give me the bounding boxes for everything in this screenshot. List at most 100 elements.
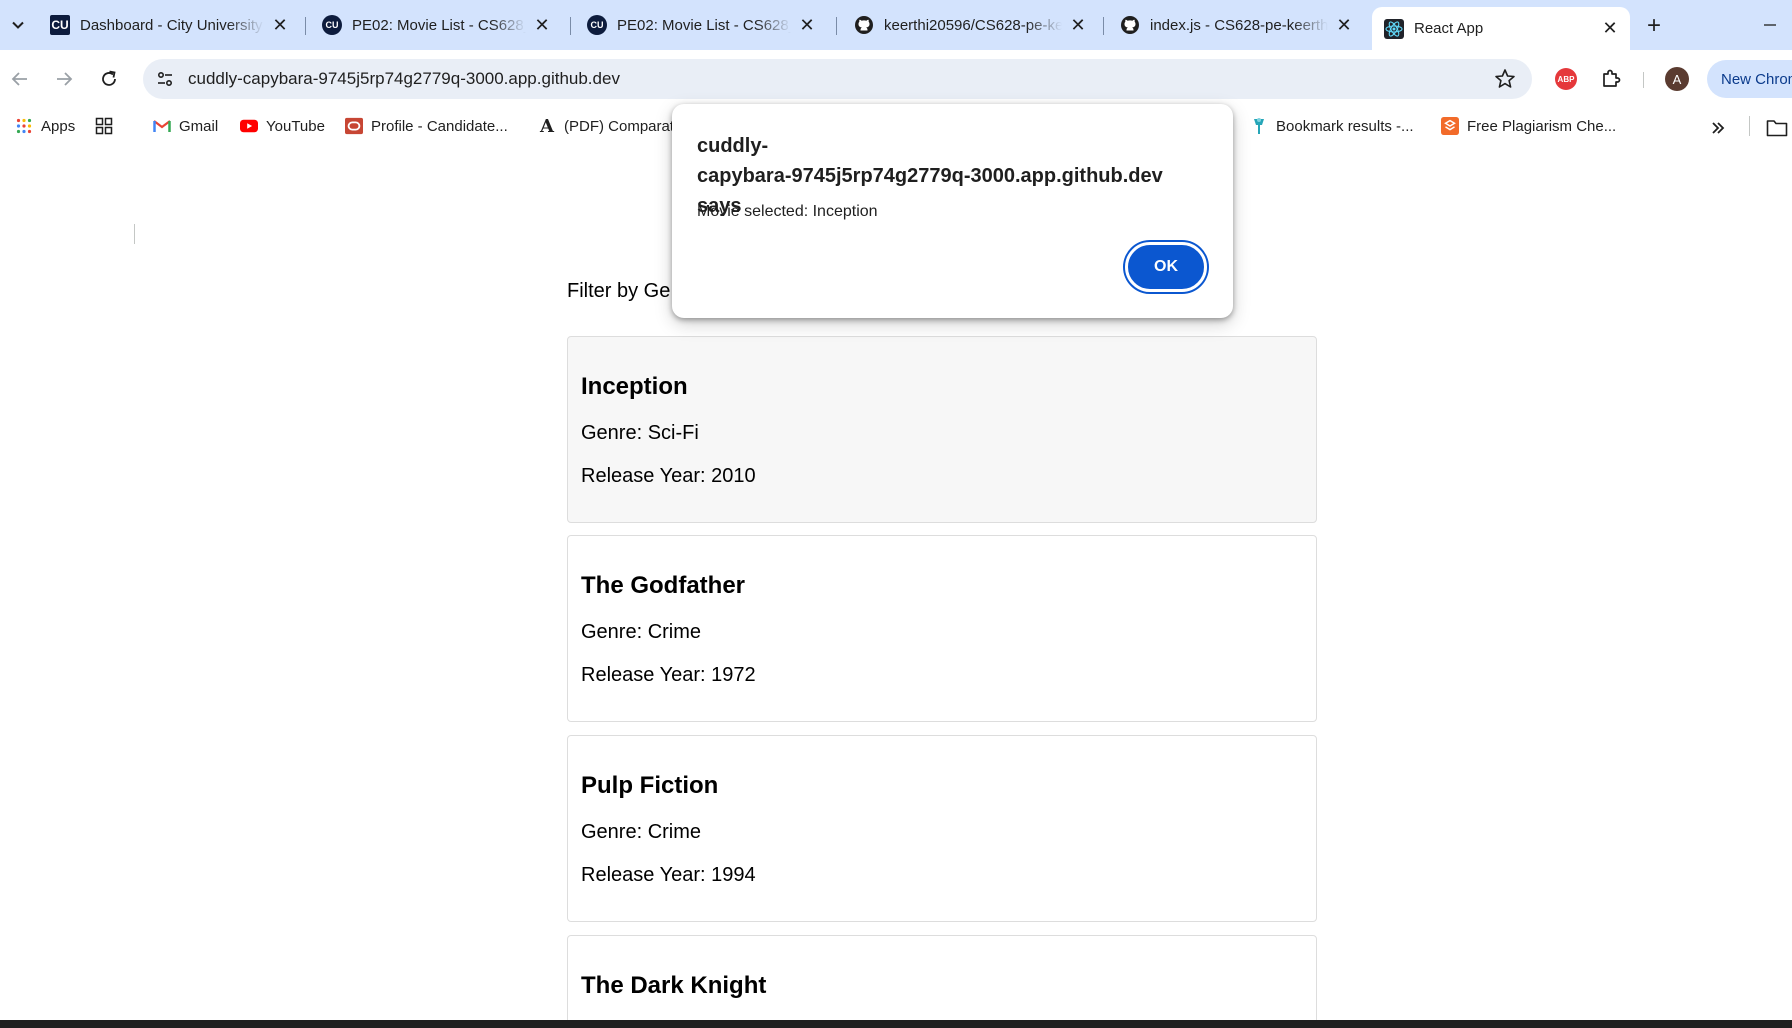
- movie-card-the-dark-knight[interactable]: The Dark Knight: [567, 935, 1317, 1028]
- bookmark-label: Apps: [41, 117, 76, 135]
- ok-button[interactable]: OK: [1125, 242, 1207, 292]
- gmail-icon: [153, 117, 171, 135]
- cu-round-icon: CU: [587, 15, 607, 35]
- tab-search-button[interactable]: [4, 9, 32, 41]
- movie-card-the-godfather[interactable]: The Godfather Genre: Crime Release Year:…: [567, 535, 1317, 722]
- tab-divider: [570, 17, 571, 35]
- bookmark-label: Gmail: [179, 117, 219, 135]
- bookmark-divider: [134, 224, 135, 244]
- url-text[interactable]: cuddly-capybara-9745j5rp74g2779q-3000.ap…: [188, 69, 620, 89]
- movie-title: Inception: [581, 373, 688, 400]
- close-icon[interactable]: ✕: [1334, 15, 1354, 35]
- browser-toolbar: cuddly-capybara-9745j5rp74g2779q-3000.ap…: [0, 50, 1792, 108]
- bookmark-tab-groups[interactable]: [95, 114, 121, 138]
- tab-react-app[interactable]: React App ✕: [1372, 7, 1630, 50]
- close-icon[interactable]: ✕: [1600, 18, 1620, 39]
- double-chevron-right-icon: [1712, 122, 1725, 134]
- alert-dialog: cuddly- capybara-9745j5rp74g2779q-3000.a…: [672, 104, 1233, 318]
- reload-button[interactable]: [93, 63, 125, 95]
- movie-title: The Dark Knight: [581, 972, 767, 999]
- close-icon[interactable]: ✕: [532, 15, 552, 35]
- tab-dashboard[interactable]: CU Dashboard - City University ✕: [38, 7, 300, 43]
- bookmark-apps[interactable]: Apps: [15, 114, 75, 138]
- bookmark-divider: [1749, 116, 1750, 136]
- tab-github-index[interactable]: index.js - CS628-pe-keerth ✕: [1108, 7, 1364, 43]
- arrow-right-icon: [57, 72, 73, 86]
- apps-grid-icon: [15, 117, 33, 135]
- extensions-button[interactable]: [1597, 65, 1625, 93]
- more-bookmarks-button[interactable]: [1710, 116, 1726, 140]
- back-button[interactable]: [4, 63, 36, 95]
- bookmark-youtube[interactable]: YouTube: [240, 114, 325, 138]
- forward-button[interactable]: [48, 63, 80, 95]
- bookmark-label: (PDF) Comparati: [564, 117, 678, 135]
- tab-strip: CU Dashboard - City University ✕ CU PE02…: [0, 0, 1792, 50]
- bookmark-label: YouTube: [266, 117, 325, 135]
- tab-title: keerthi20596/CS628-pe-ke: [884, 16, 1062, 34]
- all-bookmarks-button[interactable]: [1766, 116, 1788, 140]
- movie-title: The Godfather: [581, 572, 746, 599]
- close-icon[interactable]: ✕: [1068, 15, 1088, 35]
- reload-icon: [102, 70, 116, 86]
- bookmark-results-icon: [1250, 117, 1268, 135]
- movie-genre: Genre: Crime: [581, 621, 702, 643]
- bookmark-results[interactable]: Bookmark results -...: [1250, 114, 1414, 138]
- close-icon[interactable]: ✕: [270, 15, 290, 35]
- bookmark-pdf-comparison[interactable]: A (PDF) Comparati: [538, 114, 677, 138]
- address-bar[interactable]: cuddly-capybara-9745j5rp74g2779q-3000.ap…: [143, 59, 1532, 99]
- minimize-button[interactable]: [1755, 10, 1785, 40]
- tab-divider: [836, 17, 837, 35]
- tab-divider: [305, 17, 306, 35]
- academia-icon: A: [540, 115, 554, 137]
- avatar: A: [1665, 67, 1689, 91]
- movie-genre: Genre: Sci-Fi: [581, 422, 699, 444]
- adblock-extension-button[interactable]: ABP: [1552, 65, 1580, 93]
- bookmark-label: Profile - Candidate...: [371, 117, 508, 135]
- bookmark-profile-candidate[interactable]: Profile - Candidate...: [345, 114, 508, 138]
- bookmark-star-icon[interactable]: [1493, 67, 1517, 91]
- minimize-icon: [1764, 24, 1776, 26]
- tab-title: Dashboard - City University: [80, 16, 263, 34]
- tab-title: React App: [1414, 20, 1484, 37]
- bookmark-gmail[interactable]: Gmail: [153, 114, 218, 138]
- tab-movie-list-1[interactable]: CU PE02: Movie List - CS628_0 ✕: [310, 7, 562, 43]
- tab-title: PE02: Movie List - CS628_0: [617, 16, 791, 34]
- youtube-icon: [240, 117, 258, 135]
- movie-card-pulp-fiction[interactable]: Pulp Fiction Genre: Crime Release Year: …: [567, 735, 1317, 922]
- cu-square-icon: CU: [50, 15, 70, 35]
- close-icon[interactable]: ✕: [797, 15, 817, 35]
- puzzle-icon: [1603, 69, 1621, 87]
- arrow-left-icon: [11, 72, 27, 86]
- bookmark-plagiarism[interactable]: Free Plagiarism Che...: [1441, 114, 1616, 138]
- new-tab-button[interactable]: +: [1640, 12, 1668, 40]
- plus-icon: +: [1646, 12, 1661, 39]
- taskbar-edge: [0, 1020, 1792, 1028]
- bookmark-label: Bookmark results -...: [1276, 117, 1414, 135]
- toolbar-divider: [1643, 72, 1644, 88]
- profile-button[interactable]: A: [1663, 65, 1691, 93]
- movie-title: Pulp Fiction: [581, 772, 719, 799]
- react-icon: [1384, 18, 1404, 39]
- site-info-icon[interactable]: [155, 69, 175, 89]
- dialog-message: Movie selected: Inception: [697, 203, 878, 220]
- new-chrome-button[interactable]: New Chrom: [1707, 60, 1792, 98]
- tab-movie-list-2[interactable]: CU PE02: Movie List - CS628_0 ✕: [575, 7, 827, 43]
- movie-card-inception[interactable]: Inception Genre: Sci-Fi Release Year: 20…: [567, 336, 1317, 523]
- tab-title: index.js - CS628-pe-keerth: [1150, 16, 1328, 34]
- folder-icon: [1766, 120, 1788, 137]
- cu-round-icon: CU: [322, 15, 342, 35]
- tab-divider: [1103, 17, 1104, 35]
- oracle-icon: [345, 117, 363, 135]
- github-icon: [854, 15, 874, 35]
- tab-title: PE02: Movie List - CS628_0: [352, 16, 526, 34]
- adblock-icon: ABP: [1555, 68, 1577, 90]
- movie-genre: Genre: Crime: [581, 821, 702, 843]
- github-icon: [1120, 15, 1140, 35]
- chevron-down-icon: [12, 21, 24, 29]
- movie-release-year: Release Year: 2010: [581, 465, 756, 487]
- movie-release-year: Release Year: 1972: [581, 664, 756, 686]
- movie-release-year: Release Year: 1994: [581, 864, 756, 886]
- tab-github-repo[interactable]: keerthi20596/CS628-pe-ke ✕: [842, 7, 1098, 43]
- plagiarism-icon: [1441, 117, 1459, 135]
- dialog-title-line: cuddly-: [697, 135, 769, 157]
